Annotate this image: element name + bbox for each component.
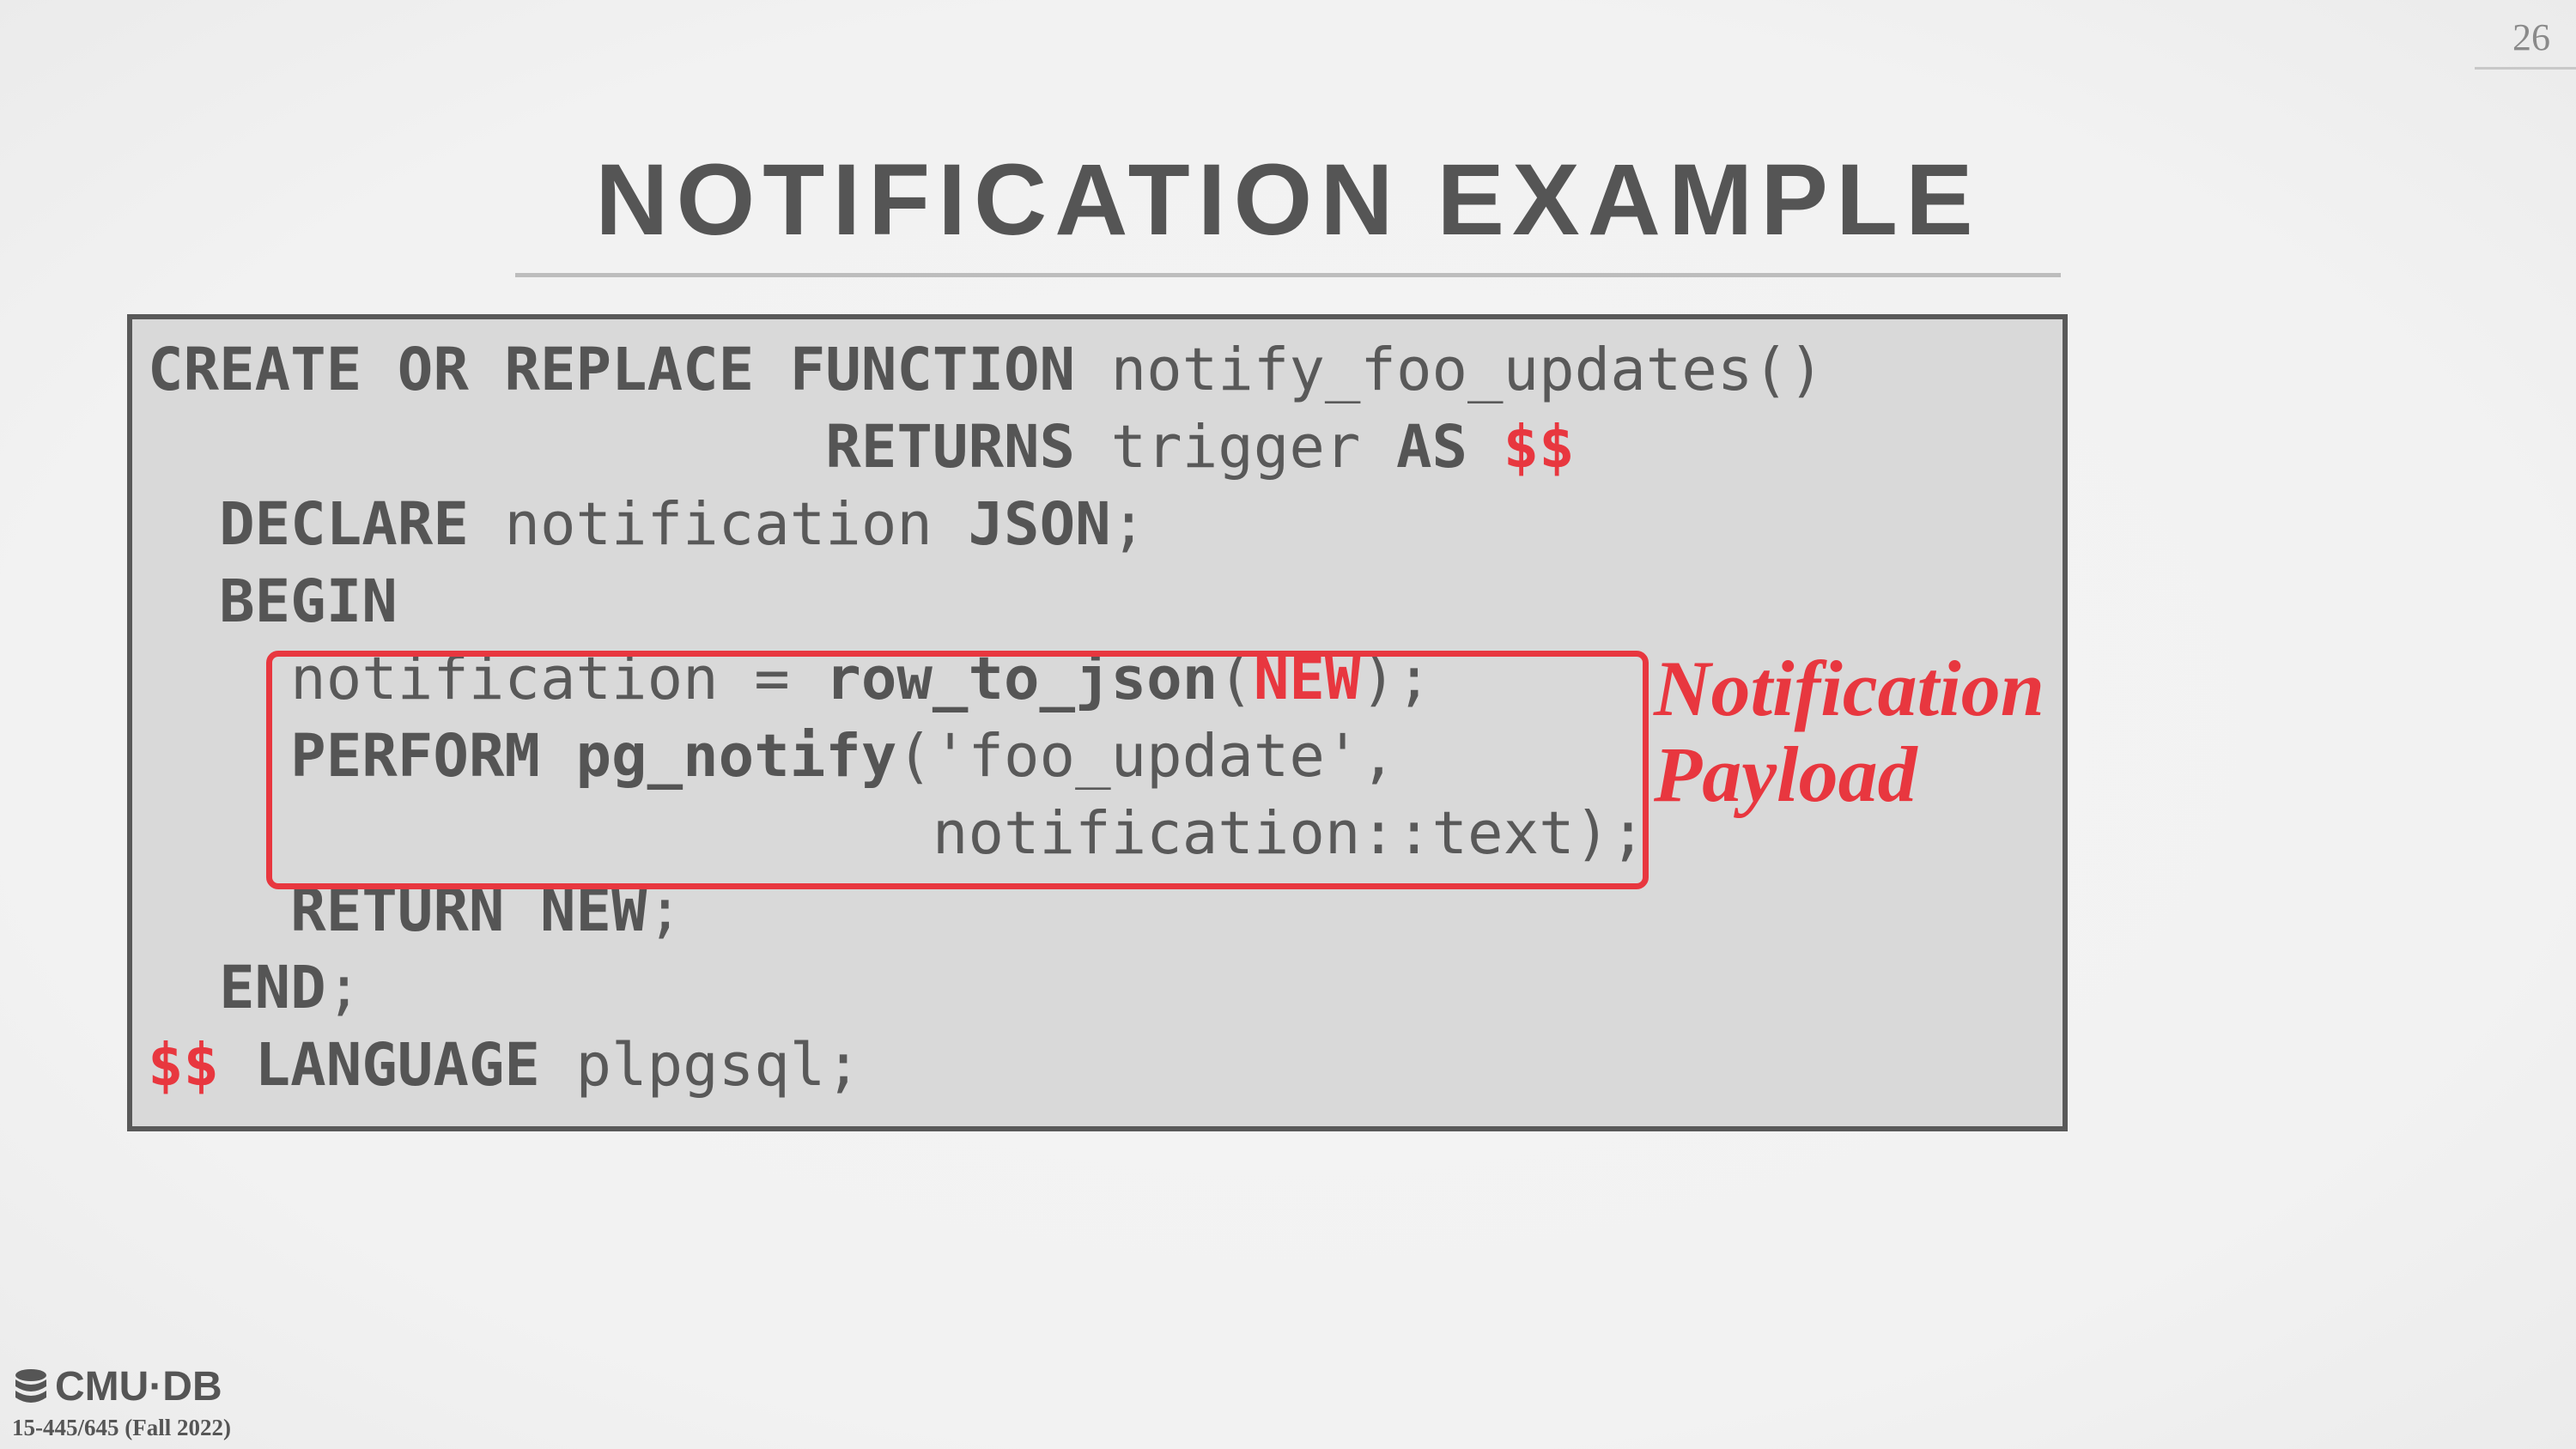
- code-line-4: BEGIN: [219, 567, 398, 636]
- page-number: 26: [2512, 16, 2550, 58]
- slide-title: NOTIFICATION EXAMPLE: [595, 143, 1981, 257]
- course-label: 15-445/645 (Fall 2022): [12, 1415, 231, 1440]
- logo-text: CMU·DB: [55, 1364, 222, 1410]
- page-number-divider: [2475, 67, 2576, 70]
- title-divider: [515, 273, 2061, 277]
- code-line-10: $$ LANGUAGE plpgsql;: [148, 1031, 861, 1100]
- slide: 26 NOTIFICATION EXAMPLE CREATE OR REPLAC…: [0, 0, 2576, 1449]
- payload-annotation: Notification Payload: [1654, 646, 2049, 817]
- payload-highlight-box: [266, 651, 1649, 889]
- database-icon: [15, 1368, 46, 1403]
- code-line-3: DECLARE notification JSON;: [219, 490, 1147, 559]
- annotation-line-1: Notification: [1654, 645, 2044, 732]
- code-line-9: END;: [219, 954, 362, 1022]
- annotation-line-2: Payload: [1654, 731, 1917, 818]
- code-line-2: RETURNS trigger AS $$: [825, 413, 1575, 482]
- cmu-db-logo: CMU·DB: [12, 1363, 222, 1410]
- code-line-1: CREATE OR REPLACE FUNCTION notify_foo_up…: [148, 336, 1825, 404]
